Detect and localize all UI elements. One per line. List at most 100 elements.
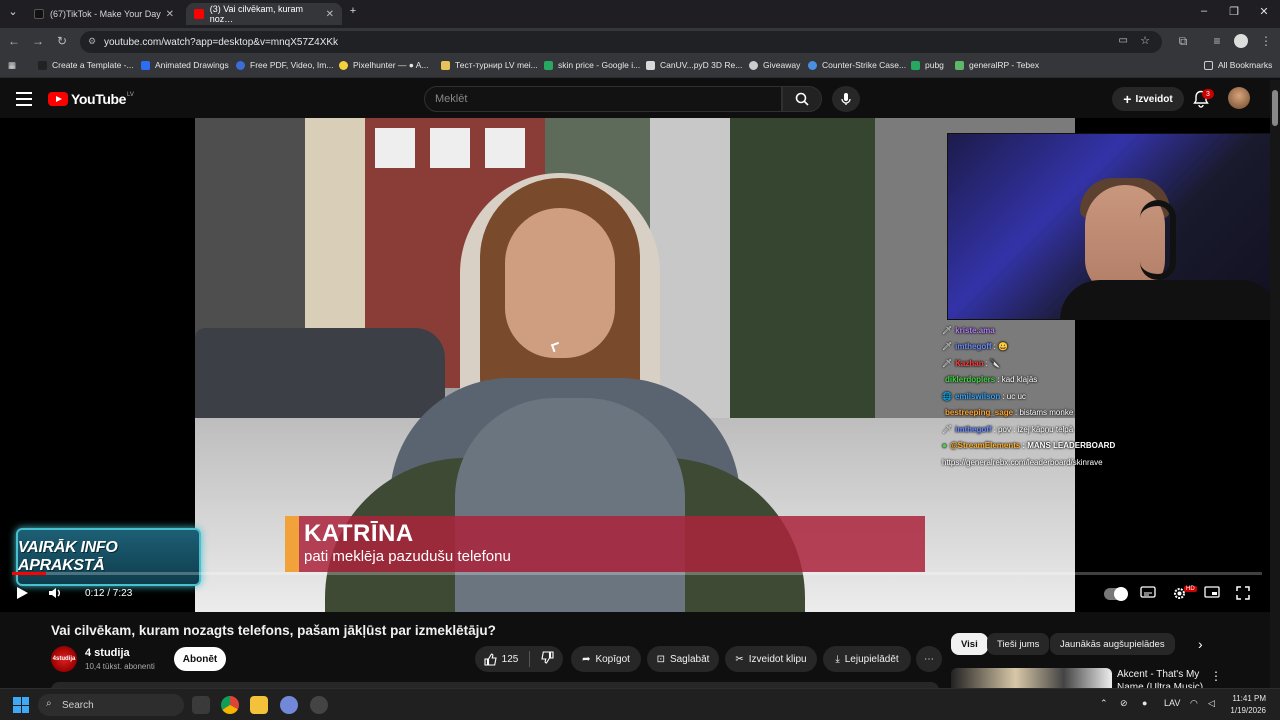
bookmark-item[interactable]: Pixelhunter — ● A... xyxy=(339,60,429,70)
bookmark-favicon-icon xyxy=(911,60,920,70)
media-icon[interactable]: ≡ xyxy=(1209,34,1225,48)
recommended-thumbnail[interactable] xyxy=(951,668,1112,690)
site-info-icon[interactable]: ⚙ xyxy=(88,36,96,47)
bookmark-item[interactable]: Counter-Strike Case... xyxy=(808,60,906,70)
tab-search-icon[interactable]: ⌄ xyxy=(5,5,21,18)
bookmark-item[interactable]: skin price - Google i... xyxy=(544,60,640,70)
taskbar-clock[interactable]: 11:41 PM 1/19/2026 xyxy=(1226,693,1266,717)
browser-tab-strip: ⌄ (67)TikTok - Make Your Day ✕ (3) Vai c… xyxy=(0,0,1280,28)
webcam-body xyxy=(1060,280,1280,320)
volume-icon xyxy=(49,588,60,598)
share-icon: ➦ xyxy=(582,653,591,665)
chrome-icon[interactable] xyxy=(221,696,239,714)
hamburger-menu-icon[interactable] xyxy=(16,92,32,106)
download-button[interactable]: ⤓ Lejupielādēt xyxy=(823,646,911,672)
apps-icon[interactable]: ▦ xyxy=(8,60,16,71)
create-button[interactable]: + Izveidot xyxy=(1112,87,1184,111)
restore-icon[interactable]: ❐ xyxy=(1226,5,1242,18)
save-button[interactable]: ⊡ Saglabāt xyxy=(647,646,719,672)
close-tab-icon[interactable]: ✕ xyxy=(166,9,174,20)
bookmark-star-icon[interactable]: ☆ xyxy=(1140,34,1150,47)
lower-third-subtitle: pati meklēja pazudušu telefonu xyxy=(304,548,511,565)
search-input[interactable]: Meklēt xyxy=(424,86,782,112)
youtube-logo[interactable]: YouTube LV xyxy=(48,91,134,107)
scrollbar-thumb[interactable] xyxy=(1272,90,1278,126)
bookmark-label: generalRP - Tebex xyxy=(969,60,1040,70)
fullscreen-button[interactable] xyxy=(1236,586,1250,603)
windows-start-icon[interactable] xyxy=(13,697,29,713)
close-tab-icon[interactable]: ✕ xyxy=(326,9,334,20)
discord-icon[interactable] xyxy=(280,696,298,714)
miniplayer-button[interactable] xyxy=(1204,586,1220,601)
chat-badge-icon: 🗡 xyxy=(942,358,953,368)
subtitles-button[interactable] xyxy=(1140,586,1156,601)
bookmark-item[interactable]: pubg xyxy=(911,60,944,70)
scissors-icon: ✂ xyxy=(735,653,744,665)
wifi-icon[interactable]: ◠ xyxy=(1190,698,1198,709)
volume-button[interactable] xyxy=(48,586,64,603)
fullscreen-icon xyxy=(1236,586,1250,600)
download-label: Lejupielādēt xyxy=(844,653,899,665)
bookmark-item[interactable]: generalRP - Tebex xyxy=(955,60,1039,70)
input-language[interactable]: LAV xyxy=(1164,698,1180,708)
channel-avatar[interactable]: 4studija xyxy=(51,646,77,672)
account-avatar[interactable] xyxy=(1228,87,1250,109)
dislike-button[interactable] xyxy=(541,651,554,667)
all-bookmarks-label: All Bookmarks xyxy=(1218,60,1273,70)
bookmark-item[interactable]: Тест-турнир LV mei... xyxy=(441,60,538,70)
bookmark-item[interactable]: Create a Template -... xyxy=(38,60,134,70)
close-window-icon[interactable]: ✕ xyxy=(1256,5,1272,18)
windows-taskbar: ⌕ Search ⌃ ⊘ ● LAV ◠ ◁ 11:41 PM 1/19/202… xyxy=(0,688,1280,720)
bookmark-item[interactable]: Animated Drawings xyxy=(141,60,229,70)
extensions-icon[interactable]: ⧉ xyxy=(1175,34,1191,49)
bookmark-item[interactable]: Free PDF, Video, Im... xyxy=(236,60,333,70)
autoplay-toggle[interactable] xyxy=(1104,587,1128,601)
browser-menu-icon[interactable]: ⋮ xyxy=(1258,34,1274,48)
chat-text: : MANS LEADERBOARD xyxy=(1022,441,1116,451)
cast-icon[interactable]: ▭ xyxy=(1119,35,1128,46)
play-button[interactable] xyxy=(15,586,29,603)
channel-name[interactable]: 4 studija xyxy=(85,647,130,659)
more-vertical-icon[interactable]: ⋮ xyxy=(1210,669,1222,683)
voice-search-button[interactable] xyxy=(832,86,860,112)
chip-for-you[interactable]: Tieši jums xyxy=(987,633,1050,655)
tray-app-icon[interactable]: ⊘ xyxy=(1120,698,1128,709)
back-icon[interactable]: ← xyxy=(6,34,22,48)
speaker-icon[interactable]: ◁ xyxy=(1208,698,1215,709)
page-scrollbar[interactable] xyxy=(1270,80,1280,688)
like-button[interactable]: 125 xyxy=(484,652,518,666)
profile-icon[interactable] xyxy=(1234,34,1248,48)
new-tab-icon[interactable]: + xyxy=(345,5,361,17)
forward-icon[interactable]: → xyxy=(30,34,46,48)
address-bar[interactable]: ⚙ youtube.com/watch?app=desktop&v=mnqX57… xyxy=(80,31,1162,53)
tray-chevron-icon[interactable]: ⌃ xyxy=(1100,698,1108,709)
search-icon: ⌕ xyxy=(46,698,52,709)
clip-button[interactable]: ✂ Izveidot klipu xyxy=(725,646,817,672)
obs-icon[interactable] xyxy=(310,696,328,714)
promo-label: VAIRĀK INFO APRAKSTĀ xyxy=(18,539,118,574)
chevron-right-icon[interactable]: › xyxy=(1198,636,1203,652)
time-display: 0:12 / 7:23 xyxy=(85,588,133,599)
file-explorer-icon[interactable] xyxy=(250,696,268,714)
more-actions-button[interactable]: ⋯ xyxy=(916,646,942,672)
tray-mic-icon[interactable]: ● xyxy=(1142,698,1147,708)
promo-overlay: VAIRĀK INFO APRAKSTĀ xyxy=(16,528,201,586)
all-bookmarks[interactable]: All Bookmarks xyxy=(1204,60,1272,70)
taskbar-search[interactable]: ⌕ Search xyxy=(38,694,184,716)
task-view-icon[interactable] xyxy=(192,696,210,714)
reload-icon[interactable]: ↻ xyxy=(54,34,70,48)
progress-bar[interactable] xyxy=(12,572,1262,575)
thumbs-up-icon xyxy=(484,652,497,666)
miniplayer-icon xyxy=(1204,586,1220,598)
minimize-icon[interactable]: – xyxy=(1196,5,1212,17)
bookmark-item[interactable]: CanUV...pyD 3D Re... xyxy=(646,60,742,70)
chip-all[interactable]: Visi xyxy=(951,633,988,655)
chip-recent-uploads[interactable]: Jaunākās augšupielādes xyxy=(1050,633,1175,655)
share-button[interactable]: ➦ Kopīgot xyxy=(571,646,641,672)
subscribe-button[interactable]: Abonēt xyxy=(174,647,226,671)
search-button[interactable] xyxy=(782,86,822,112)
browser-tab-tiktok[interactable]: (67)TikTok - Make Your Day ✕ xyxy=(26,3,182,25)
bookmark-item[interactable]: Giveaway xyxy=(749,60,800,70)
search-icon xyxy=(795,92,809,106)
browser-tab-youtube[interactable]: (3) Vai cilvēkam, kuram noz… ✕ xyxy=(186,3,342,25)
